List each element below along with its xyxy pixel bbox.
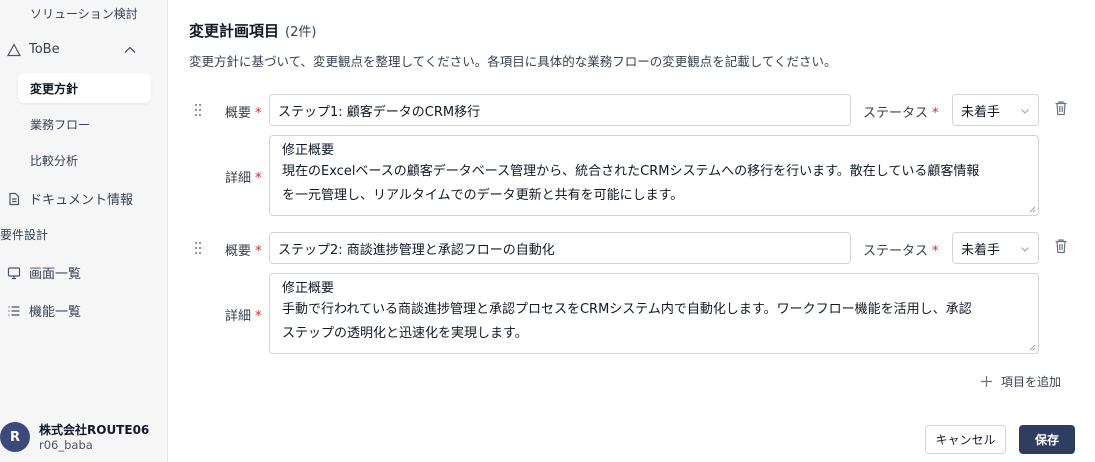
status-select[interactable]: 未着手 [952, 94, 1039, 126]
detail-line: 修正概要 [282, 143, 335, 158]
sidebar-item-label: ソリューション検討 [30, 7, 138, 21]
user-company: 株式会社ROUTE06 [39, 422, 150, 437]
user-id: r06_baba [39, 437, 93, 452]
resize-handle-icon[interactable] [1028, 343, 1036, 351]
trash-icon[interactable] [1054, 238, 1068, 254]
sidebar-item-label: 業務フロー [30, 118, 91, 132]
cancel-button[interactable]: キャンセル [925, 425, 1006, 454]
add-item-button[interactable]: 項目を追加 [980, 373, 1061, 390]
sidebar: ソリューション検討 ToBe 変更方針 業務フロー 比較分析 ドキュメント情報 … [0, 0, 168, 462]
detail-label: 詳細 * [225, 171, 262, 186]
sidebar-item-tobe[interactable]: ToBe [7, 42, 60, 57]
section-label: 要件設計 [0, 228, 49, 242]
resize-handle-icon[interactable] [1028, 205, 1036, 213]
chevron-down-icon [1020, 105, 1030, 115]
sidebar-item-business-flow[interactable]: 業務フロー [30, 116, 90, 133]
page-description: 変更方針に基づいて、変更観点を整理してください。各項目に具体的な業務フローの変更… [189, 54, 837, 69]
sidebar-item-label: 機能一覧 [29, 305, 82, 320]
detail-line: 現在のExcelベースの顧客データベース管理から、統合されたCRMシステムへの移… [282, 164, 980, 179]
detail-line: 手動で行われている商談進捗管理と承認プロセスをCRMシステム内で自動化します。ワ… [282, 302, 972, 317]
plus-icon [980, 375, 993, 388]
avatar: R [0, 422, 30, 452]
status-select[interactable]: 未着手 [952, 232, 1039, 264]
detail-textarea[interactable]: 修正概要 現在のExcelベースの顧客データベース管理から、統合されたCRMシス… [269, 135, 1039, 216]
main-content: 変更計画項目 (2件) 変更方針に基づいて、変更観点を整理してください。各項目に具… [169, 0, 1095, 462]
item-count: (2件) [285, 25, 317, 40]
sidebar-item-label: ドキュメント情報 [29, 193, 134, 208]
status-value: 未着手 [961, 104, 1001, 120]
chevron-down-icon [1020, 243, 1030, 253]
user-profile[interactable]: R 株式会社ROUTE06 r06_baba [0, 422, 149, 452]
status-label: ステータス * [863, 106, 939, 121]
drag-handle-icon[interactable] [193, 103, 203, 117]
status-label: ステータス * [863, 244, 939, 259]
detail-line: を一元管理し、リアルタイムでのデータ更新と共有を可能にします。 [282, 188, 684, 203]
page-title: 変更計画項目 (2件) [189, 20, 316, 41]
chevron-up-icon[interactable] [123, 43, 137, 57]
monitor-icon [7, 266, 21, 280]
sidebar-item-comparison[interactable]: 比較分析 [30, 152, 78, 169]
sidebar-item-label: 比較分析 [30, 154, 79, 168]
detail-label: 詳細 * [225, 309, 262, 324]
sidebar-item-change-policy[interactable]: 変更方針 [18, 73, 151, 103]
drag-handle-icon[interactable] [193, 241, 203, 255]
document-icon [7, 192, 21, 206]
summary-label: 概要 * [225, 106, 262, 121]
save-button[interactable]: 保存 [1019, 425, 1075, 454]
list-icon [7, 304, 21, 318]
sidebar-section-requirements: 要件設計 [0, 226, 48, 243]
sidebar-item-label: 画面一覧 [29, 267, 82, 282]
detail-line: ステップの透明化と迅速化を実現します。 [282, 326, 528, 341]
trash-icon[interactable] [1054, 100, 1068, 116]
summary-input[interactable]: ステップ1: 顧客データのCRM移行 [269, 94, 851, 126]
detail-line: 修正概要 [282, 281, 335, 296]
warning-triangle-icon [7, 42, 21, 57]
sidebar-item-solution-review[interactable]: ソリューション検討 [30, 5, 138, 22]
sidebar-item-label: 変更方針 [30, 81, 79, 96]
add-item-label: 項目を追加 [1001, 375, 1062, 389]
sidebar-item-label: ToBe [29, 42, 60, 57]
title-text: 変更計画項目 [189, 22, 280, 40]
sidebar-item-function-list[interactable]: 機能一覧 [7, 301, 81, 320]
status-value: 未着手 [961, 242, 1001, 258]
summary-label: 概要 * [225, 244, 262, 259]
sidebar-item-screen-list[interactable]: 画面一覧 [7, 263, 81, 282]
sidebar-item-document-info[interactable]: ドキュメント情報 [7, 189, 133, 208]
detail-textarea[interactable]: 修正概要 手動で行われている商談進捗管理と承認プロセスをCRMシステム内で自動化… [269, 273, 1039, 354]
summary-input[interactable]: ステップ2: 商談進捗管理と承認フローの自動化 [269, 232, 851, 264]
